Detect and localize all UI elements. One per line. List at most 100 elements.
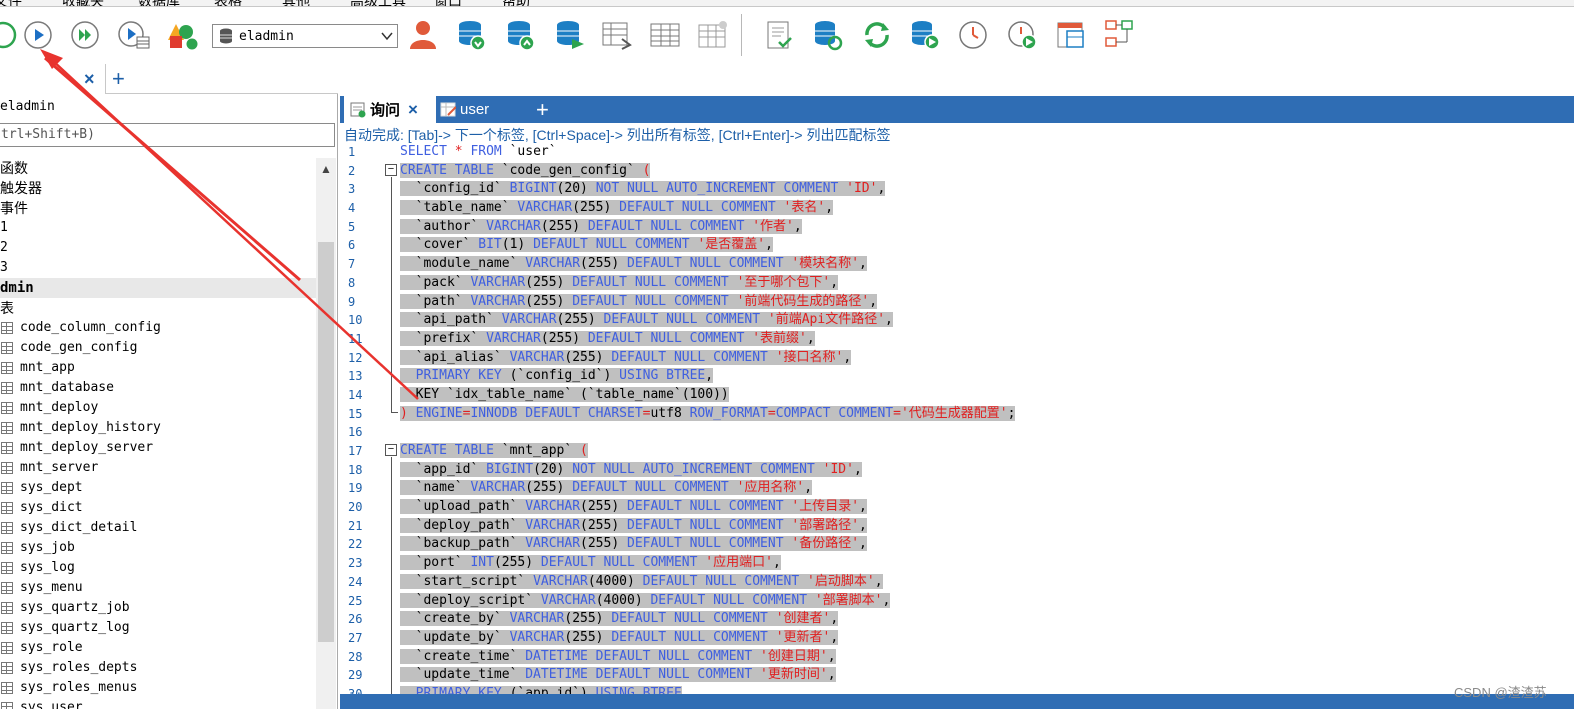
database-select-value: eladmin — [239, 28, 294, 44]
sql-string: '应用端口' — [705, 555, 773, 571]
table-item[interactable]: mnt_app — [0, 358, 316, 378]
shapes-icon[interactable] — [164, 18, 198, 52]
menu-item[interactable]: 其他 — [282, 0, 310, 6]
new-tab-button[interactable]: + — [112, 66, 125, 92]
close-icon[interactable]: × — [84, 69, 95, 90]
tree-item[interactable]: dmin — [0, 278, 316, 298]
db-export-icon[interactable] — [504, 18, 538, 52]
user-icon[interactable] — [406, 18, 440, 52]
table-item[interactable]: mnt_deploy_server — [0, 438, 316, 458]
table-item[interactable]: sys_dict — [0, 498, 316, 518]
sql-keyword: VARCHAR — [509, 349, 565, 365]
line-number: 22 — [348, 537, 363, 552]
menu-item[interactable]: 表格 — [214, 0, 242, 6]
sql-keyword: DEFAULT NULL COMMENT — [587, 330, 753, 346]
db-import-icon[interactable] — [455, 18, 489, 52]
explain-icon[interactable] — [117, 18, 151, 52]
tree-item[interactable]: 2 — [0, 238, 316, 258]
table-item[interactable]: sys_role — [0, 638, 316, 658]
run-all-icon[interactable] — [68, 18, 102, 52]
refresh-icon[interactable] — [0, 18, 20, 52]
table-item[interactable]: sys_quartz_job — [0, 598, 316, 618]
table-item[interactable]: mnt_database — [0, 378, 316, 398]
table-item[interactable]: sys_dept — [0, 478, 316, 498]
scroll-up-icon[interactable]: ▲ — [320, 162, 332, 176]
table-item[interactable]: mnt_deploy — [0, 398, 316, 418]
sql-text: , — [859, 536, 867, 552]
sync-icon[interactable] — [860, 18, 894, 52]
sql-string: '部署路径' — [791, 517, 860, 533]
menu-item[interactable]: 收藏夹 — [62, 0, 104, 6]
table-item[interactable]: sys_menu — [0, 578, 316, 598]
code-line-content: `cover` BIT(1) DEFAULT NULL COMMENT '是否覆… — [400, 237, 773, 253]
tab-query[interactable]: 询问 × — [344, 96, 436, 123]
sql-editor[interactable]: 1 2 3 4 5 6 7 8 9 10 11 12 13 14 15 16 17 18 19 20 21 22 23 24 2… — [340, 143, 1574, 694]
sql-string: '作者' — [752, 218, 794, 234]
new-query-tab-button[interactable]: + — [536, 96, 549, 123]
code-line-content: `api_path` VARCHAR(255) DEFAULT NULL COM… — [400, 312, 893, 328]
table-arrow-icon[interactable] — [600, 18, 634, 52]
db-refresh-icon[interactable] — [811, 18, 845, 52]
menu-item[interactable]: 高级工具 — [350, 0, 406, 6]
table-item[interactable]: code_gen_config — [0, 338, 316, 358]
diagram-icon[interactable] — [1102, 18, 1136, 52]
table-icon — [1, 502, 13, 514]
tree-item-label: 事件 — [0, 200, 28, 216]
sql-keyword: CREATE TABLE — [400, 162, 502, 178]
database-select[interactable]: eladmin — [212, 24, 398, 48]
filter-input[interactable]: trl+Shift+B) — [0, 123, 335, 147]
menu-item[interactable]: 帮助 — [502, 0, 530, 6]
code-line: `app_id` BIGINT(20) NOT NULL AUTO_INCREM… — [400, 461, 1015, 480]
tree-item-label: 触发器 — [0, 180, 42, 196]
menu-item[interactable]: 窗口 — [434, 0, 462, 6]
fold-toggle-icon[interactable]: − — [385, 164, 397, 176]
sql-keyword: NOT NULL AUTO_INCREMENT COMMENT — [595, 181, 847, 197]
run-icon[interactable] — [21, 18, 55, 52]
schedule-icon[interactable] — [1005, 18, 1039, 52]
clock-icon[interactable] — [956, 18, 990, 52]
code-line: `upload_path` VARCHAR(255) DEFAULT NULL … — [400, 498, 1015, 517]
table-item[interactable]: mnt_deploy_history — [0, 418, 316, 438]
sql-text: `config_id` — [400, 181, 510, 197]
tree-item[interactable]: 1 — [0, 218, 316, 238]
table-item[interactable]: sys_roles_depts — [0, 658, 316, 678]
table-item[interactable]: sys_log — [0, 558, 316, 578]
scrollbar-thumb[interactable] — [318, 242, 334, 642]
tree-item[interactable]: 表 — [0, 298, 316, 318]
code-line-content: ) ENGINE = INNODB DEFAULT CHARSET = utf8 ROW… — [400, 405, 1016, 421]
table-item[interactable]: mnt_server — [0, 458, 316, 478]
table-item[interactable]: sys_dict_detail — [0, 518, 316, 538]
db-add-icon[interactable] — [908, 18, 942, 52]
table-item[interactable]: sys_job — [0, 538, 316, 558]
tree-item[interactable]: 3 — [0, 258, 316, 278]
object-tab-strip: × + — [0, 64, 338, 94]
layout-icon[interactable] — [1054, 18, 1088, 52]
close-icon[interactable]: × — [408, 100, 418, 120]
table-item[interactable]: sys_quartz_log — [0, 618, 316, 638]
code-line-content: KEY `idx_table_name` (`table_name`(100)) — [400, 386, 729, 402]
line-number: 13 — [348, 369, 363, 384]
connection-label[interactable]: eladmin — [0, 99, 55, 114]
doc-check-icon[interactable] — [762, 18, 796, 52]
menu-item[interactable]: 文件 — [0, 0, 22, 6]
table-item[interactable]: sys_roles_menus — [0, 678, 316, 698]
table-star-icon[interactable] — [696, 18, 730, 52]
fold-toggle-icon[interactable]: − — [385, 444, 397, 456]
sql-text: (255) — [525, 293, 573, 309]
tree-item[interactable]: 触发器 — [0, 178, 316, 198]
table-item[interactable]: sys_user — [0, 698, 316, 709]
code-line-content: `start_script` VARCHAR(4000) DEFAULT NUL… — [400, 573, 883, 589]
db-sync-icon[interactable] — [553, 18, 587, 52]
tree-item[interactable]: 事件 — [0, 198, 316, 218]
table-item-label: sys_quartz_job — [20, 600, 130, 615]
table-grid-icon[interactable] — [648, 18, 682, 52]
tree-item[interactable]: 函数 — [0, 158, 316, 178]
tab-user[interactable]: user — [440, 96, 489, 123]
sql-text: , — [859, 517, 867, 533]
scrollbar[interactable]: ▲ — [316, 158, 336, 709]
table-item[interactable]: code_column_config — [0, 318, 316, 338]
menu-item[interactable]: 数据库 — [138, 0, 180, 6]
sql-keyword: VARCHAR — [540, 592, 596, 608]
sql-text: `cover` — [400, 237, 479, 253]
code-lines: SELECT * FROM `user` CREATE TABLE `code_g… — [400, 143, 1016, 694]
